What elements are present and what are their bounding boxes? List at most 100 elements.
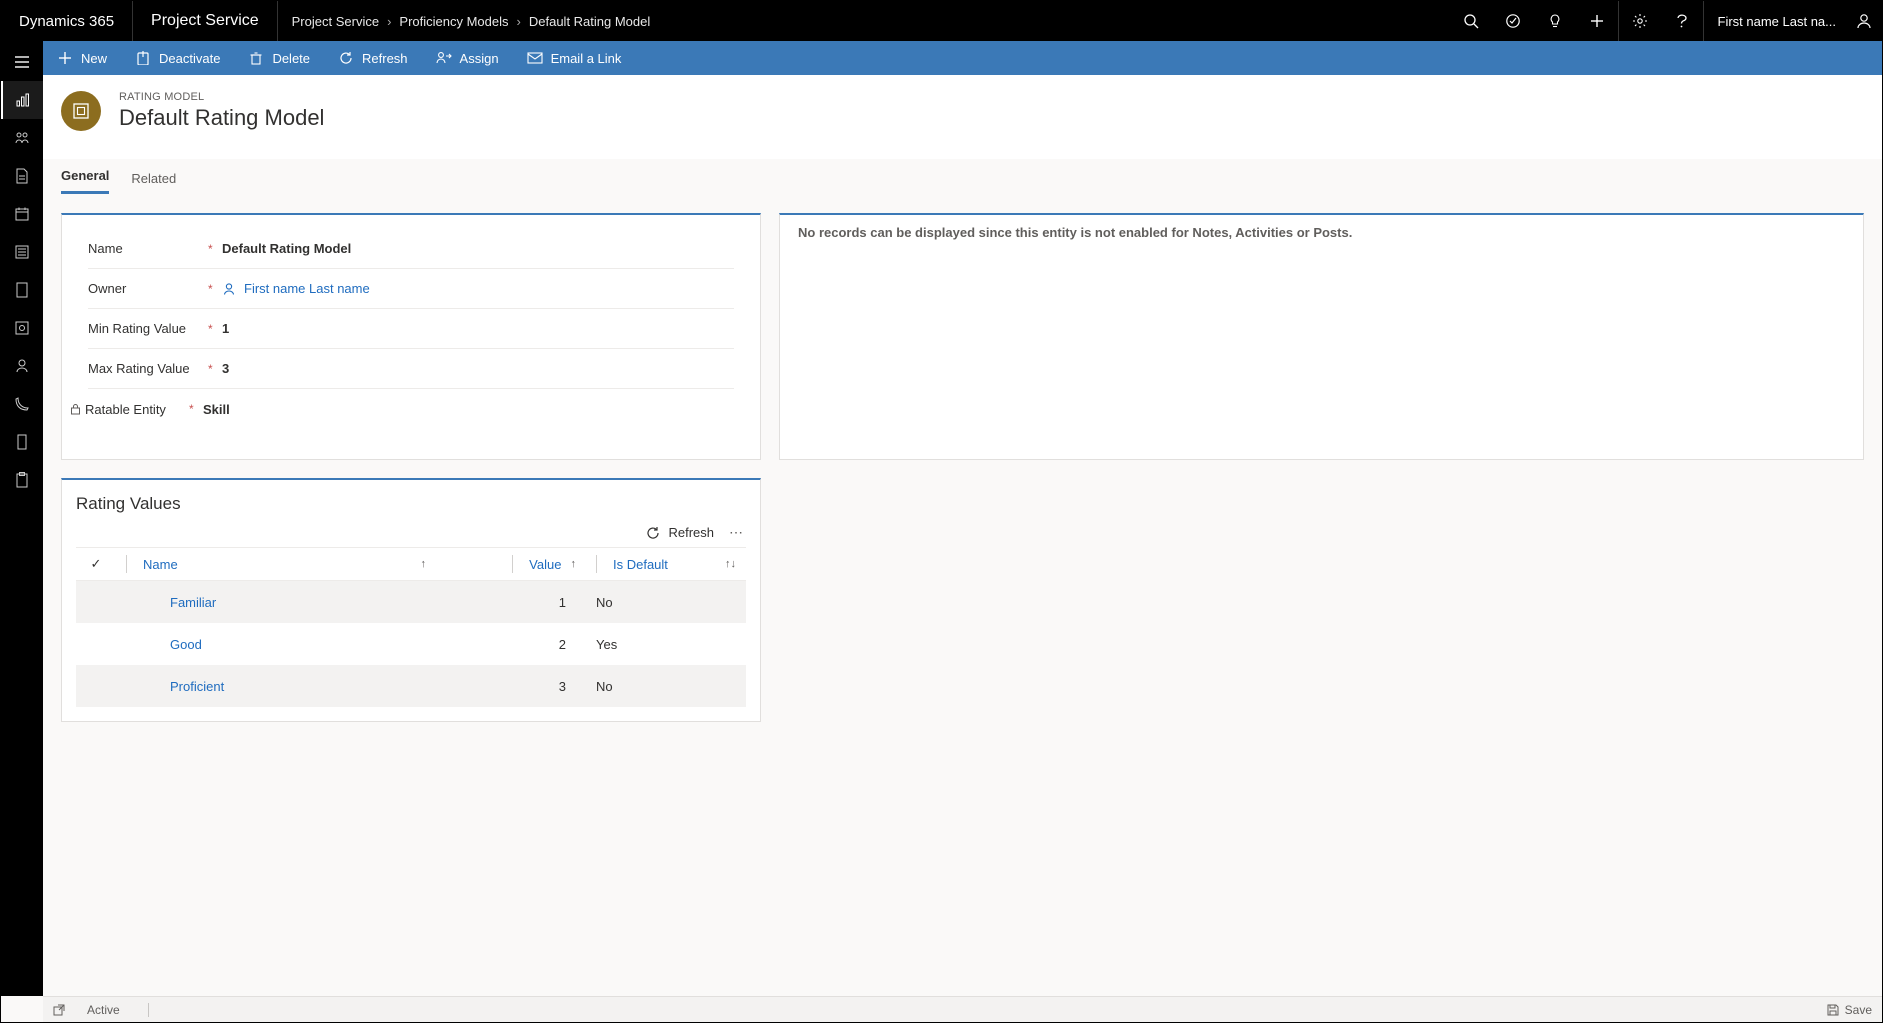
refresh-icon	[338, 50, 354, 66]
label-name: Name	[88, 241, 208, 256]
col-header-isdefault[interactable]: Is Default ↑↓	[586, 555, 746, 573]
top-bar: Dynamics 365 Project Service Project Ser…	[1, 1, 1882, 41]
breadcrumb-item-0[interactable]: Project Service	[292, 14, 379, 29]
person-icon[interactable]	[1846, 1, 1882, 41]
col-label: Value	[529, 557, 561, 572]
chevron-right-icon: ›	[387, 14, 391, 29]
col-label: Name	[143, 557, 178, 572]
grid-header: ✓ Name ↑ Value ↑	[76, 547, 746, 581]
col-header-name[interactable]: Name ↑	[116, 555, 436, 573]
cmd-new[interactable]: New	[43, 50, 121, 66]
rail-item-calendar[interactable]	[1, 195, 43, 233]
record-title: Default Rating Model	[119, 105, 324, 131]
field-min-rating[interactable]: 1	[222, 321, 734, 336]
chevron-right-icon: ›	[517, 14, 521, 29]
lightbulb-icon[interactable]	[1534, 1, 1576, 41]
rail-item-clipboard[interactable]	[1, 461, 43, 499]
cell-name[interactable]: Good	[116, 637, 436, 652]
cell-isdefault: Yes	[586, 637, 746, 652]
cell-value: 1	[436, 595, 586, 610]
cell-name[interactable]: Familiar	[116, 595, 436, 610]
entity-type-label: RATING MODEL	[119, 91, 324, 103]
required-indicator: *	[208, 282, 222, 296]
rail-item-resources[interactable]	[1, 119, 43, 157]
notes-empty-message: No records can be displayed since this e…	[798, 225, 1352, 240]
label-ratable-entity: Ratable Entity	[85, 402, 189, 417]
cell-isdefault: No	[586, 679, 746, 694]
required-indicator: *	[189, 402, 203, 416]
brand[interactable]: Dynamics 365	[1, 1, 133, 41]
cmd-label: Delete	[272, 51, 310, 66]
cmd-label: Refresh	[362, 51, 408, 66]
rating-values-card: Rating Values Refresh ⋯ ✓	[61, 478, 761, 722]
subgrid-refresh-button[interactable]: Refresh	[646, 525, 714, 540]
cmd-email-link[interactable]: Email a Link	[513, 50, 636, 66]
left-rail	[1, 41, 43, 996]
command-bar: New Deactivate Delete Refresh Assign Ema…	[43, 41, 1882, 75]
table-row[interactable]: Familiar1No	[76, 581, 746, 623]
sort-asc-icon: ↑	[421, 558, 427, 570]
field-name[interactable]: Default Rating Model	[222, 241, 734, 256]
plus-icon[interactable]	[1576, 1, 1618, 41]
help-icon[interactable]	[1661, 1, 1703, 41]
cmd-label: New	[81, 51, 107, 66]
save-button[interactable]: Save	[1827, 1003, 1872, 1017]
required-indicator: *	[208, 362, 222, 376]
rail-item-person[interactable]	[1, 347, 43, 385]
breadcrumb-item-2[interactable]: Default Rating Model	[529, 14, 650, 29]
record-header: RATING MODEL Default Rating Model	[43, 75, 1882, 159]
cell-value: 3	[436, 679, 586, 694]
rail-item-document[interactable]	[1, 157, 43, 195]
person-icon	[222, 282, 236, 296]
field-max-rating[interactable]: 3	[222, 361, 734, 376]
search-icon[interactable]	[1450, 1, 1492, 41]
breadcrumb: Project Service › Proficiency Models › D…	[278, 1, 651, 41]
cmd-label: Assign	[460, 51, 499, 66]
refresh-label: Refresh	[668, 525, 714, 540]
rail-item-chart[interactable]	[1, 81, 43, 119]
field-owner[interactable]: First name Last name	[222, 281, 734, 296]
general-form-card: Name * Default Rating Model Owner * Firs…	[61, 213, 761, 460]
trash-icon	[248, 50, 264, 66]
task-icon[interactable]	[1492, 1, 1534, 41]
tab-general[interactable]: General	[61, 168, 109, 194]
cell-name[interactable]: Proficient	[116, 679, 436, 694]
rail-item-list[interactable]	[1, 233, 43, 271]
cmd-refresh[interactable]: Refresh	[324, 50, 422, 66]
rail-item-panel[interactable]	[1, 423, 43, 461]
checkmark-icon[interactable]: ✓	[76, 556, 116, 572]
sort-asc-icon: ↑	[567, 558, 576, 570]
breadcrumb-item-1[interactable]: Proficiency Models	[399, 14, 508, 29]
cell-value: 2	[436, 637, 586, 652]
owner-link: First name Last name	[244, 281, 370, 296]
notes-card: No records can be displayed since this e…	[779, 213, 1864, 460]
cmd-deactivate[interactable]: Deactivate	[121, 50, 234, 66]
product-label[interactable]: Project Service	[133, 1, 278, 41]
table-row[interactable]: Good2Yes	[76, 623, 746, 665]
popout-icon[interactable]	[53, 1004, 65, 1016]
field-ratable-entity[interactable]: Skill	[203, 402, 734, 417]
assign-icon	[436, 50, 452, 66]
section-title-rating-values: Rating Values	[62, 480, 760, 518]
label-owner: Owner	[88, 281, 208, 296]
cmd-delete[interactable]: Delete	[234, 50, 324, 66]
sort-icon: ↑↓	[725, 558, 736, 570]
tab-related[interactable]: Related	[131, 171, 176, 194]
required-indicator: *	[208, 322, 222, 336]
rail-item-phone[interactable]	[1, 385, 43, 423]
lock-icon	[70, 403, 81, 415]
plus-icon	[57, 50, 73, 66]
label-min-rating: Min Rating Value	[88, 321, 208, 336]
more-commands-icon[interactable]: ⋯	[724, 524, 748, 541]
gear-icon[interactable]	[1619, 1, 1661, 41]
cmd-label: Email a Link	[551, 51, 622, 66]
table-row[interactable]: Proficient3No	[76, 665, 746, 707]
col-header-value[interactable]: Value ↑	[436, 555, 586, 573]
rail-item-settings[interactable]	[1, 309, 43, 347]
menu-icon[interactable]	[1, 43, 43, 81]
user-name[interactable]: First name Last na...	[1704, 1, 1847, 41]
rail-item-page[interactable]	[1, 271, 43, 309]
refresh-icon	[646, 526, 660, 540]
cmd-assign[interactable]: Assign	[422, 50, 513, 66]
cell-isdefault: No	[586, 595, 746, 610]
